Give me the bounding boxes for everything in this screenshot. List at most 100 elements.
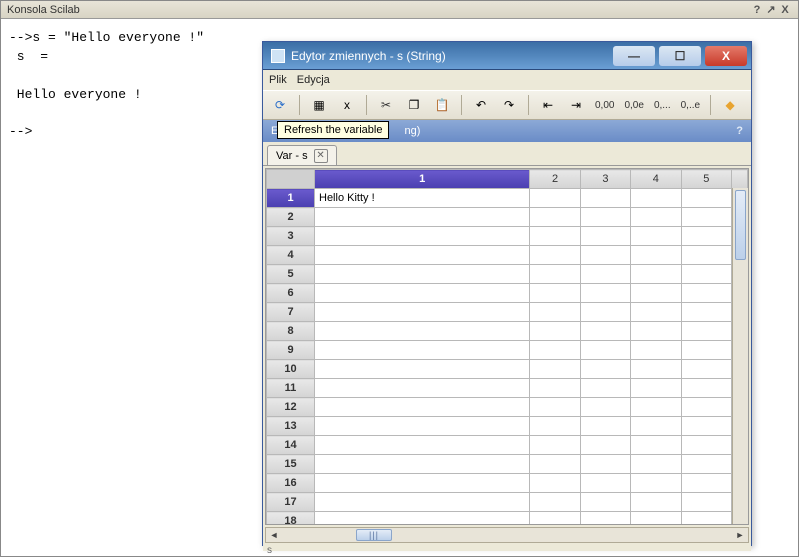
- grid-cell[interactable]: [315, 417, 530, 436]
- grid-cell[interactable]: [580, 341, 630, 360]
- grid-cell[interactable]: [580, 303, 630, 322]
- grid-cell[interactable]: [315, 341, 530, 360]
- grid-cell[interactable]: [315, 474, 530, 493]
- row-header[interactable]: 3: [267, 227, 315, 246]
- grid-cell[interactable]: [681, 284, 731, 303]
- horizontal-scroll-thumb[interactable]: |||: [356, 529, 392, 541]
- row-header[interactable]: 10: [267, 360, 315, 379]
- grid-cell[interactable]: [530, 360, 580, 379]
- grid-cell[interactable]: [631, 322, 681, 341]
- grid-cell[interactable]: [315, 265, 530, 284]
- copy-icon[interactable]: ❐: [403, 94, 425, 116]
- grid-cell[interactable]: [681, 208, 731, 227]
- preferences-icon[interactable]: ◆: [719, 94, 741, 116]
- grid-cell[interactable]: [631, 512, 681, 526]
- menu-edit[interactable]: Edycja: [297, 74, 330, 86]
- grid-cell[interactable]: [681, 398, 731, 417]
- grid-cell[interactable]: [631, 398, 681, 417]
- col-header[interactable]: 2: [530, 170, 580, 189]
- grid-cell[interactable]: [681, 246, 731, 265]
- grid-cell[interactable]: [631, 493, 681, 512]
- grid-cell[interactable]: [580, 398, 630, 417]
- grid-cell[interactable]: [530, 341, 580, 360]
- horizontal-scroll-track[interactable]: |||: [282, 528, 732, 542]
- row-header[interactable]: 2: [267, 208, 315, 227]
- grid-cell[interactable]: [530, 474, 580, 493]
- grid-cell[interactable]: [315, 227, 530, 246]
- grid-cell[interactable]: [631, 265, 681, 284]
- format-long-e[interactable]: 0,..e: [679, 100, 702, 111]
- grid-cell[interactable]: [580, 436, 630, 455]
- row-header[interactable]: 5: [267, 265, 315, 284]
- grid-cell[interactable]: [681, 379, 731, 398]
- create-var-icon[interactable]: ▦: [308, 94, 330, 116]
- grid-cell[interactable]: [631, 436, 681, 455]
- grid-corner[interactable]: [267, 170, 315, 189]
- row-header[interactable]: 13: [267, 417, 315, 436]
- grid-cell[interactable]: [631, 303, 681, 322]
- grid-cell[interactable]: [580, 208, 630, 227]
- grid-cell[interactable]: [631, 455, 681, 474]
- grid-cell[interactable]: [530, 455, 580, 474]
- row-header[interactable]: 11: [267, 379, 315, 398]
- grid-cell[interactable]: [530, 227, 580, 246]
- grid-cell[interactable]: [580, 379, 630, 398]
- row-header[interactable]: 12: [267, 398, 315, 417]
- grid-cell[interactable]: [530, 265, 580, 284]
- grid-cell[interactable]: [681, 493, 731, 512]
- grid-cell[interactable]: [315, 398, 530, 417]
- row-header[interactable]: 4: [267, 246, 315, 265]
- grid-cell[interactable]: [631, 227, 681, 246]
- grid-cell[interactable]: Hello Kitty !: [315, 189, 530, 208]
- vertical-scroll-thumb[interactable]: [735, 190, 746, 260]
- row-header[interactable]: 9: [267, 341, 315, 360]
- grid-cell[interactable]: [631, 284, 681, 303]
- grid-cell[interactable]: [580, 360, 630, 379]
- col-header[interactable]: 3: [580, 170, 630, 189]
- grid-cell[interactable]: [631, 246, 681, 265]
- grid-cell[interactable]: [631, 379, 681, 398]
- grid-cell[interactable]: [530, 398, 580, 417]
- grid-cell[interactable]: [580, 512, 630, 526]
- grid-cell[interactable]: [681, 417, 731, 436]
- scroll-right-icon[interactable]: ►: [732, 528, 748, 542]
- grid-cell[interactable]: [681, 265, 731, 284]
- col-header[interactable]: 4: [631, 170, 681, 189]
- grid-cell[interactable]: [681, 474, 731, 493]
- undo-icon[interactable]: ↶: [470, 94, 492, 116]
- grid-cell[interactable]: [580, 417, 630, 436]
- grid-cell[interactable]: [530, 208, 580, 227]
- refresh-icon[interactable]: ⟳: [269, 94, 291, 116]
- x-icon[interactable]: x: [336, 94, 358, 116]
- minimize-button[interactable]: —: [613, 46, 655, 66]
- col-header[interactable]: 1: [315, 170, 530, 189]
- grid-cell[interactable]: [530, 417, 580, 436]
- grid-cell[interactable]: [530, 512, 580, 526]
- grid-cell[interactable]: [580, 227, 630, 246]
- grid-cell[interactable]: [681, 341, 731, 360]
- redo-icon[interactable]: ↷: [498, 94, 520, 116]
- grid-cell[interactable]: [580, 474, 630, 493]
- grid-cell[interactable]: [631, 360, 681, 379]
- vertical-scrollbar[interactable]: [732, 188, 748, 524]
- console-help-icon[interactable]: ?: [750, 4, 764, 16]
- grid-cell[interactable]: [631, 189, 681, 208]
- grid-cell[interactable]: [315, 436, 530, 455]
- grid-cell[interactable]: [315, 379, 530, 398]
- grid-cell[interactable]: [631, 341, 681, 360]
- row-header[interactable]: 15: [267, 455, 315, 474]
- grid-cell[interactable]: [681, 322, 731, 341]
- pathbar-help-icon[interactable]: ?: [736, 125, 743, 137]
- grid-cell[interactable]: [631, 417, 681, 436]
- grid-cell[interactable]: [681, 189, 731, 208]
- grid-cell[interactable]: [315, 284, 530, 303]
- grid-cell[interactable]: [681, 436, 731, 455]
- grid-cell[interactable]: [530, 246, 580, 265]
- grid-cell[interactable]: [681, 303, 731, 322]
- grid-cell[interactable]: [530, 303, 580, 322]
- col-header[interactable]: 5: [681, 170, 731, 189]
- format-long[interactable]: 0,...: [652, 100, 673, 111]
- format-fixed[interactable]: 0,00: [593, 100, 616, 111]
- close-button[interactable]: X: [705, 46, 747, 66]
- horizontal-scrollbar[interactable]: ◄ ||| ►: [265, 527, 749, 543]
